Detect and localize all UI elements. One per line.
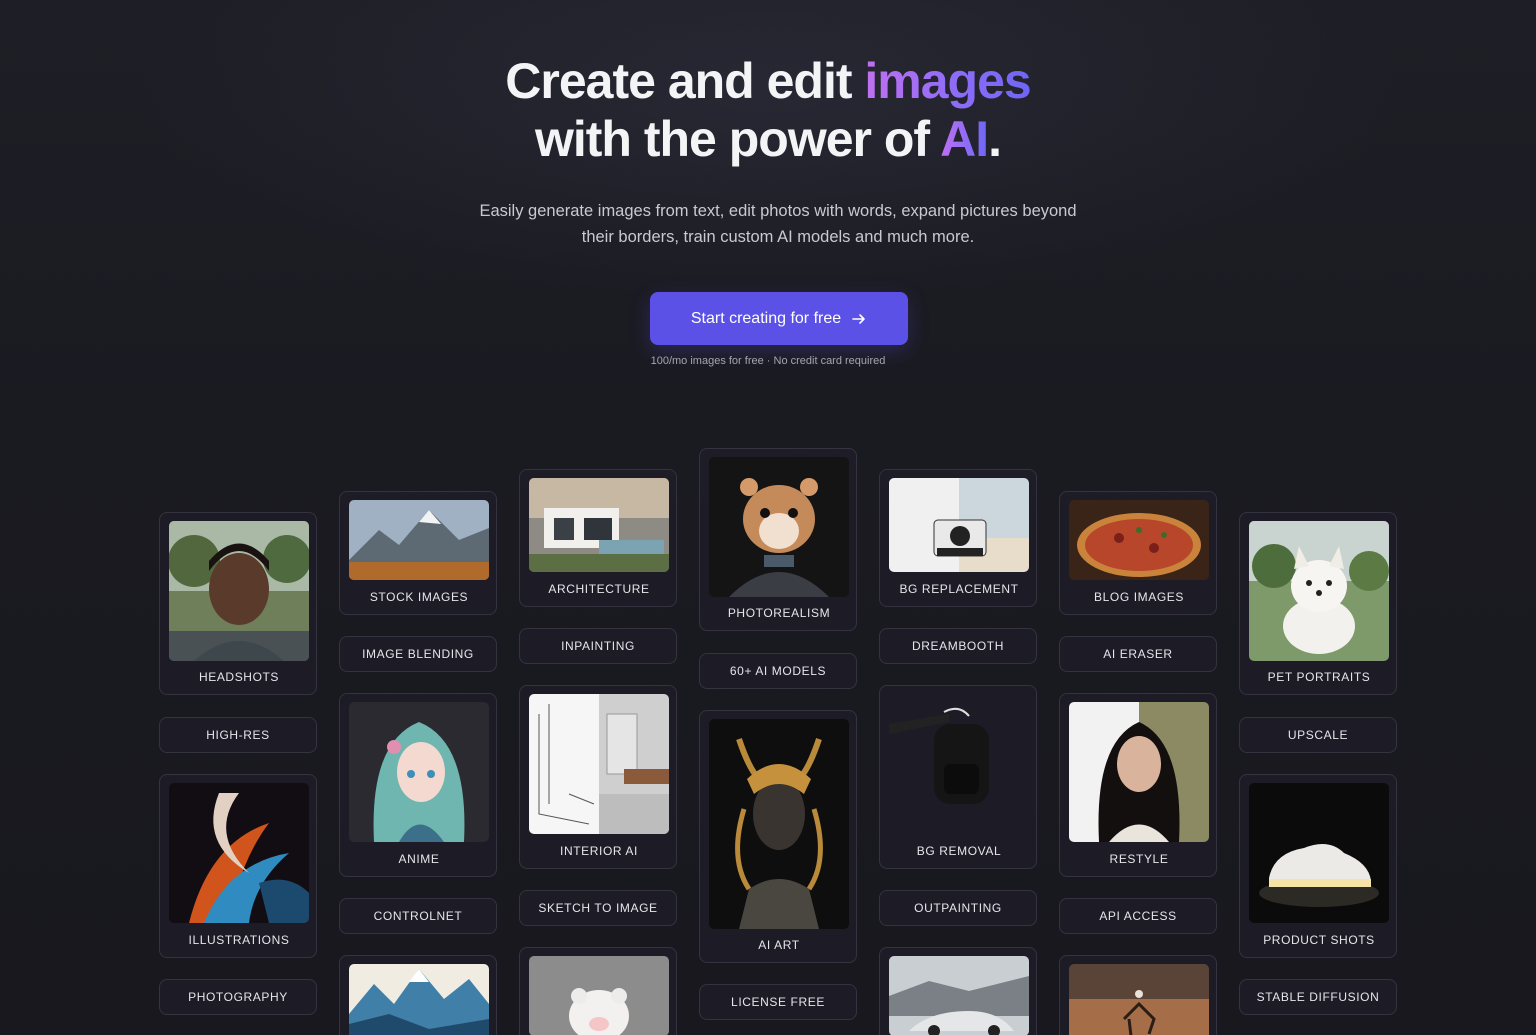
feature-card-anime[interactable]: ANIME [339,693,497,877]
feature-pill-stable-diffusion[interactable]: STABLE DIFFUSION [1239,979,1397,1015]
restyle-thumbnail [1069,702,1209,842]
arrow-right-icon [852,313,865,324]
feature-pill-high-res[interactable]: HIGH-RES [159,717,317,753]
feature-label: HEADSHOTS [198,670,280,684]
feature-pill-api-access[interactable]: API ACCESS [1059,898,1217,934]
house-thumbnail [529,478,669,572]
hamster-thumbnail [709,457,849,597]
mountain-thumbnail [349,500,489,580]
feature-card-3d-character[interactable] [519,947,677,1035]
feature-label: PHOTOREALISM [727,606,831,620]
ai-art-thumbnail [709,719,849,929]
title-line1-text: Create and edit [505,53,865,109]
pizza-thumbnail [1069,500,1209,580]
title-accent-ai: AI [940,111,989,167]
feature-card-product-shots[interactable]: PRODUCT SHOTS [1239,774,1397,958]
feature-label: BG REPLACEMENT [899,582,1019,596]
feature-pill-controlnet[interactable]: CONTROLNET [339,898,497,934]
feature-pill-upscale[interactable]: UPSCALE [1239,717,1397,753]
feature-card-illustrations[interactable]: ILLUSTRATIONS [159,774,317,958]
feature-pill-license-free[interactable]: LICENSE FREE [699,984,857,1020]
feature-card-blog-images[interactable]: BLOG IMAGES [1059,491,1217,615]
title-accent-images: images [864,53,1031,109]
car-thumbnail [889,956,1029,1035]
feature-card-desert[interactable] [1059,955,1217,1035]
feature-pill-ai-eraser[interactable]: AI ERASER [1059,636,1217,672]
feature-card-pet-portraits[interactable]: PET PORTRAITS [1239,512,1397,695]
feature-pill-sketch-to-image[interactable]: SKETCH TO IMAGE [519,890,677,926]
feature-card-architecture[interactable]: ARCHITECTURE [519,469,677,607]
feature-label: ARCHITECTURE [548,582,650,596]
feature-card-bg-replacement[interactable]: BG REPLACEMENT [879,469,1037,607]
feature-card-headshots[interactable]: HEADSHOTS [159,512,317,695]
title-line2-text: with the power of [534,111,941,167]
feature-pill-image-blending[interactable]: IMAGE BLENDING [339,636,497,672]
landscape-art-thumbnail [349,964,489,1035]
cta-label: Start creating for free [690,309,842,327]
interior-thumbnail [529,694,669,834]
feature-pill-inpainting[interactable]: INPAINTING [519,628,677,664]
feature-label: AI ART [758,938,800,952]
feature-pill-photography[interactable]: PHOTOGRAPHY [159,979,317,1015]
start-creating-button[interactable]: Start creating for free [650,292,908,345]
feature-label: BLOG IMAGES [1094,590,1184,604]
feature-pill-60-ai-models[interactable]: 60+ AI MODELS [699,653,857,689]
feature-label: ILLUSTRATIONS [188,933,290,947]
feature-card-landscape-art[interactable] [339,955,497,1035]
hero-subtitle: Easily generate images from text, edit p… [479,202,1077,246]
feature-label: PET PORTRAITS [1267,670,1371,684]
feature-label: ANIME [398,852,440,866]
headshot-thumbnail [169,521,309,661]
feature-card-ai-art[interactable]: AI ART [699,710,857,963]
feature-label: INTERIOR AI [560,844,638,858]
title-period: . [988,111,1002,167]
illustration-thumbnail [169,783,309,923]
desert-rider-thumbnail [1069,964,1209,1035]
cta-note: 100/mo images for free · No credit card … [650,355,886,367]
feature-pill-dreambooth[interactable]: DREAMBOOTH [879,628,1037,664]
feature-label: BG REMOVAL [916,844,1002,858]
anime-thumbnail [349,702,489,842]
feature-card-car[interactable] [879,947,1037,1035]
feature-label: RESTYLE [1109,852,1169,866]
feature-label: PRODUCT SHOTS [1263,933,1375,947]
feature-card-restyle[interactable]: RESTYLE [1059,693,1217,877]
feature-card-stock-images[interactable]: STOCK IMAGES [339,491,497,615]
puppy-thumbnail [1249,521,1389,661]
backpack-thumbnail [889,694,1029,834]
page-title: Create and edit images with the power of… [0,52,1536,168]
feature-pill-outpainting[interactable]: OUTPAINTING [879,890,1037,926]
feature-card-interior-ai[interactable]: INTERIOR AI [519,685,677,869]
sneaker-thumbnail [1249,783,1389,923]
feature-card-bg-removal[interactable]: BG REMOVAL [879,685,1037,869]
feature-label: STOCK IMAGES [369,590,469,604]
pig-thumbnail [529,956,669,1035]
camera-thumbnail [889,478,1029,572]
feature-card-photorealism[interactable]: PHOTOREALISM [699,448,857,631]
